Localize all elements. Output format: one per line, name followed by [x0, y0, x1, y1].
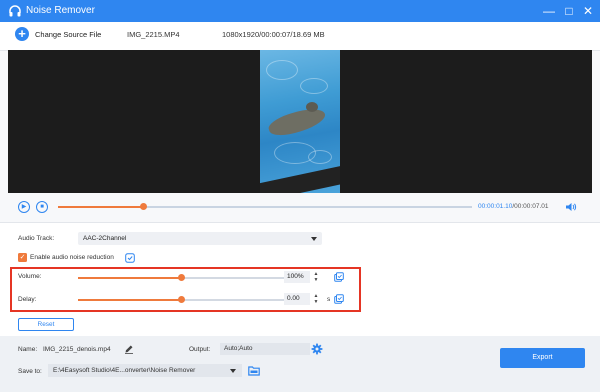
output-file-name: IMG_2215_denois.mp4 — [43, 346, 111, 353]
save-to-path: E:\4Easysoft Studio\4E...onverter\Noise … — [53, 367, 196, 374]
delay-slider[interactable] — [78, 296, 284, 303]
volume-input[interactable]: 100% — [284, 271, 310, 283]
source-file-meta: 1080x1920/00:00:07/18.69 MB — [222, 30, 325, 39]
info-icon[interactable] — [125, 253, 135, 263]
volume-label: Volume: — [18, 273, 42, 280]
playback-handle[interactable] — [139, 203, 147, 210]
save-to-select[interactable]: E:\4Easysoft Studio\4E...onverter\Noise … — [48, 364, 242, 377]
delay-handle[interactable] — [178, 296, 185, 303]
audio-track-value: AAC-2Channel — [83, 235, 127, 242]
maximize-icon[interactable]: □ — [561, 3, 577, 19]
volume-stepper[interactable]: ▲ ▼ — [312, 271, 320, 283]
audio-track-select[interactable]: AAC-2Channel — [78, 232, 322, 245]
video-frame — [260, 50, 340, 193]
playback-time: 00:00:01.10/00:00:07.01 — [478, 203, 549, 210]
delay-label: Delay: — [18, 296, 37, 303]
export-button[interactable]: Export — [500, 348, 585, 368]
window-title: Noise Remover — [26, 5, 95, 16]
playback-progress[interactable] — [58, 203, 472, 210]
close-icon[interactable]: ✕ — [580, 3, 596, 19]
chevron-down-icon — [230, 369, 236, 373]
noise-remover-window: Noise Remover — □ ✕ + Change Source File… — [0, 0, 600, 392]
export-bar: Name: IMG_2215_denois.mp4 Output: Auto;A… — [0, 336, 600, 392]
app-icon — [9, 5, 21, 17]
delay-stepper[interactable]: ▲ ▼ — [312, 293, 320, 305]
title-bar: Noise Remover — □ ✕ — [0, 0, 600, 22]
noise-reduction-label: Enable audio noise reduction — [30, 254, 114, 261]
name-label: Name: — [18, 346, 38, 353]
audio-track-label: Audio Track: — [18, 235, 55, 242]
change-source-button[interactable]: Change Source File — [35, 30, 101, 39]
playback-controls: ▶ ■ 00:00:01.10/00:00:07.01 — [0, 196, 600, 220]
source-bar: + Change Source File IMG_2215.MP4 1080x1… — [0, 22, 600, 51]
source-file-name: IMG_2215.MP4 — [127, 30, 180, 39]
output-format-field[interactable]: Auto;Auto — [220, 343, 310, 355]
volume-slider[interactable] — [78, 274, 284, 281]
folder-icon[interactable] — [248, 365, 260, 376]
current-time: 00:00:01.10 — [478, 203, 513, 210]
video-preview — [8, 50, 592, 193]
gear-icon[interactable] — [311, 343, 323, 355]
audio-settings-panel: Audio Track: AAC-2Channel ✓ Enable audio… — [0, 222, 600, 337]
edit-icon[interactable] — [124, 344, 134, 354]
noise-reduction-checkbox[interactable]: ✓ — [18, 253, 27, 262]
volume-handle[interactable] — [178, 274, 185, 281]
copy-icon[interactable] — [334, 294, 344, 304]
reset-button[interactable]: Reset — [18, 318, 74, 331]
stop-icon[interactable]: ■ — [36, 201, 48, 213]
plus-icon[interactable]: + — [15, 27, 29, 41]
output-label: Output: — [189, 346, 211, 353]
total-time: /00:00:07.01 — [512, 203, 549, 210]
save-to-label: Save to: — [18, 368, 42, 375]
play-icon[interactable]: ▶ — [18, 201, 30, 213]
delay-input[interactable]: 0.00 — [284, 293, 310, 305]
chevron-down-icon — [311, 237, 317, 241]
delay-unit: s — [327, 296, 331, 303]
speaker-icon[interactable] — [565, 202, 577, 212]
minimize-icon[interactable]: — — [541, 3, 557, 19]
copy-icon[interactable] — [334, 272, 344, 282]
